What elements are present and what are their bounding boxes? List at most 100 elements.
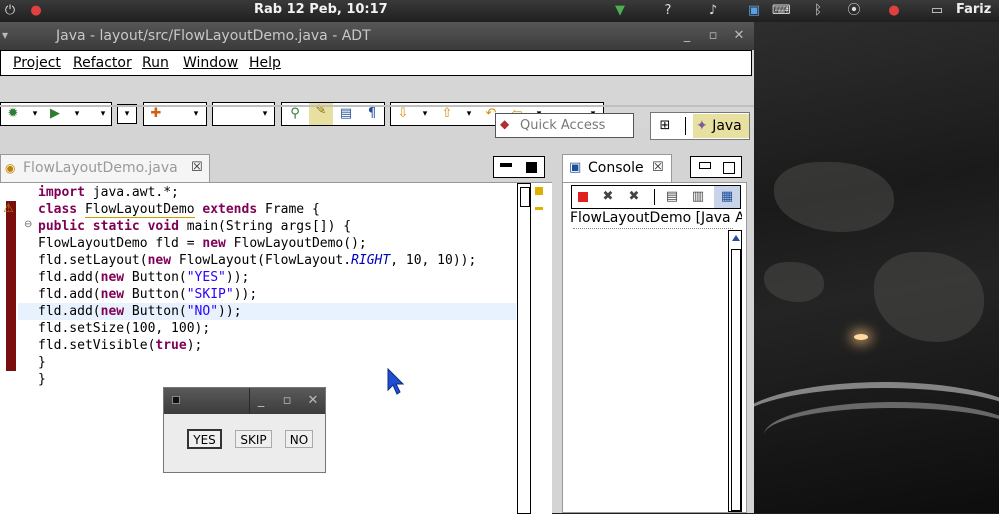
perspective-switcher: ⊞ ✦ Java — [650, 112, 750, 140]
wallpaper-landmass — [764, 262, 824, 302]
window-menu-icon[interactable] — [172, 396, 180, 404]
toolbar-separator — [0, 105, 754, 107]
close-tab-icon[interactable]: ☒ — [652, 160, 664, 175]
open-type-icon[interactable]: ⚲ — [287, 106, 303, 122]
window-title: Java - layout/src/FlowLayoutDemo.java - … — [56, 28, 371, 44]
menu-run[interactable]: Run — [142, 55, 169, 71]
quick-access-placeholder: Quick Access — [520, 118, 606, 133]
console-icon: ▣ — [569, 160, 582, 175]
remove-all-icon[interactable]: ✖ — [626, 189, 642, 205]
demo-window-titlebar[interactable]: _ ▫ ✕ — [164, 388, 325, 414]
java-perspective-label: Java — [712, 118, 742, 134]
next-annotation-icon[interactable]: ⇩ — [395, 106, 411, 122]
maximize-view-icon[interactable] — [723, 162, 735, 174]
menu-project[interactable]: Project — [13, 55, 61, 71]
close-icon[interactable]: ✕ — [306, 394, 320, 408]
editor-vertical-scrollbar[interactable] — [517, 183, 531, 514]
maximize-view-icon[interactable] — [526, 162, 537, 173]
console-tab[interactable]: ▣ Console ☒ — [562, 154, 672, 182]
bluetooth-icon[interactable]: ᛒ — [810, 3, 826, 19]
prev-annotation-icon[interactable]: ⇧ — [439, 106, 455, 122]
scroll-lock-icon[interactable]: ▥ — [690, 189, 706, 205]
wallpaper-landmass — [774, 162, 894, 232]
clock[interactable]: Rab 12 Peb, 10:17 — [254, 2, 388, 17]
editor-view-controls — [493, 156, 545, 178]
chat-icon[interactable]: ▭ — [929, 3, 945, 19]
window-titlebar[interactable]: ▾ Java - layout/src/FlowLayoutDemo.java … — [0, 22, 754, 50]
warning-icon[interactable]: ⚠ — [3, 201, 14, 215]
wallpaper-glow — [854, 334, 868, 340]
editor-tab[interactable]: ◉ FlowLayoutDemo.java ☒ — [0, 154, 210, 182]
alert-icon[interactable]: ● — [886, 3, 902, 19]
minimize-view-icon[interactable] — [500, 163, 512, 167]
maximize-icon[interactable]: ▫ — [280, 394, 294, 408]
hint-icon[interactable]: ? — [660, 3, 676, 19]
power-icon[interactable]: ⏻ — [2, 3, 18, 19]
window-menu-icon[interactable]: ▾ — [2, 28, 16, 42]
quick-access-icon: ◆ — [500, 117, 510, 131]
close-icon[interactable]: ✕ — [732, 29, 746, 43]
maximize-icon[interactable]: ▫ — [706, 29, 720, 43]
view-splitter[interactable] — [552, 154, 562, 513]
code-line-11: } — [38, 355, 46, 370]
debug-icon[interactable]: ✹ — [5, 106, 21, 122]
chevron-down-icon[interactable]: ▾ — [95, 106, 111, 122]
volume-icon[interactable]: ♪ — [705, 3, 721, 19]
java-perspective-icon: ✦ — [696, 118, 708, 134]
console-vertical-scrollbar[interactable] — [728, 230, 742, 512]
block-selection-icon[interactable]: ▤ — [338, 106, 354, 122]
fold-icon[interactable]: ⊖ — [24, 219, 32, 230]
menu-refactor[interactable]: Refactor — [73, 55, 132, 71]
chevron-down-icon[interactable]: ▾ — [417, 106, 433, 122]
error-range-bar — [6, 201, 16, 371]
console-tab-label: Console — [588, 160, 644, 176]
code-line-8: fld.add(new Button("NO")); — [38, 304, 242, 319]
minimize-icon[interactable]: _ — [254, 394, 268, 408]
console-view-controls — [690, 156, 742, 178]
editor-scroll-thumb[interactable] — [520, 187, 530, 207]
remove-launch-icon[interactable]: ✖ — [600, 189, 616, 205]
external-tools-dropdown[interactable]: ▾ — [117, 104, 137, 124]
keyboard-icon[interactable]: ⌨ — [772, 3, 791, 19]
overview-warning-marker[interactable] — [535, 187, 543, 195]
open-perspective-icon[interactable]: ⊞ — [657, 118, 673, 134]
scroll-up-icon[interactable] — [732, 235, 740, 241]
code-line-3: public static void main(String args[]) { — [38, 219, 352, 234]
code-line-5: fld.setLayout(new FlowLayout(FlowLayout.… — [38, 253, 477, 268]
window-list-icon[interactable]: ▣ — [746, 3, 762, 19]
minimize-view-icon[interactable] — [699, 162, 711, 169]
skip-button[interactable]: SKIP — [235, 430, 272, 448]
perspective-divider — [685, 117, 686, 135]
pin-icon: ▦ — [720, 189, 734, 204]
user-name[interactable]: Fariz — [956, 2, 991, 17]
network-icon[interactable]: ⦿ — [846, 3, 862, 19]
close-tab-icon[interactable]: ☒ — [191, 160, 203, 175]
app-launcher-icon[interactable]: ● — [28, 3, 44, 19]
menu-window[interactable]: Window — [183, 55, 238, 71]
pin-console-button[interactable]: ▦ — [714, 186, 740, 208]
quick-access-input[interactable]: ◆ Quick Access — [495, 113, 634, 138]
show-whitespace-icon[interactable]: ¶ — [364, 106, 380, 122]
update-icon[interactable]: ▼ — [612, 3, 628, 19]
console-toolbar: ✖ ✖ ▤ ▥ ▦ — [571, 185, 741, 209]
chevron-down-icon[interactable]: ▾ — [69, 106, 85, 122]
code-line-7: fld.add(new Button("SKIP")); — [38, 287, 258, 302]
java-perspective-button[interactable]: ✦ Java — [693, 114, 749, 138]
no-button[interactable]: NO — [285, 430, 313, 448]
terminate-icon[interactable] — [578, 192, 588, 202]
chevron-down-icon[interactable]: ▾ — [188, 106, 204, 122]
chevron-down-icon[interactable]: ▾ — [461, 106, 477, 122]
code-line-10: fld.setVisible(true); — [38, 338, 203, 353]
overview-marker[interactable] — [535, 207, 543, 210]
chevron-down-icon: ▾ — [124, 109, 130, 119]
run-icon[interactable]: ▶ — [47, 106, 63, 122]
chevron-down-icon[interactable]: ▾ — [27, 106, 43, 122]
clear-console-icon[interactable]: ▤ — [664, 189, 680, 205]
console-scroll-thumb[interactable] — [731, 249, 741, 511]
new-class-icon[interactable]: ✚ — [148, 106, 164, 122]
flowlayout-demo-window[interactable]: _ ▫ ✕ YES SKIP NO — [163, 387, 326, 473]
chevron-down-icon: ▾ — [262, 109, 268, 119]
yes-button[interactable]: YES — [187, 429, 222, 449]
minimize-icon[interactable]: _ — [680, 29, 694, 43]
menu-help[interactable]: Help — [249, 55, 281, 71]
